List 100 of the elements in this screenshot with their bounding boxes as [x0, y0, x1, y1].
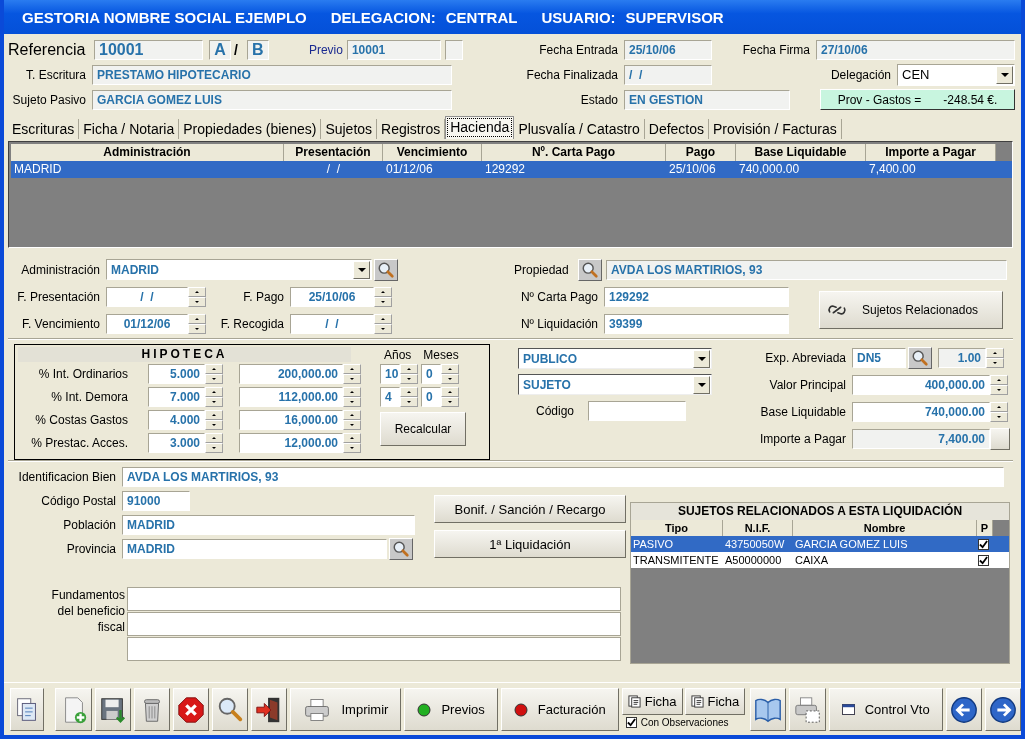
checkbox[interactable]: [978, 539, 989, 550]
property-field[interactable]: AVDA LOS MARTIRIOS, 93: [606, 259, 1007, 280]
text-field[interactable]: 129292: [604, 286, 789, 307]
save-disk-button[interactable]: [94, 688, 131, 731]
search-button[interactable]: [389, 538, 413, 560]
spinner-button[interactable]: [400, 363, 418, 384]
number-field[interactable]: 0: [421, 363, 441, 384]
spinner-button[interactable]: [188, 313, 206, 334]
spinner-button[interactable]: [986, 347, 1004, 368]
tab[interactable]: Defectos: [644, 119, 709, 139]
text-field[interactable]: GARCIA GOMEZ LUIS: [92, 89, 452, 110]
tab[interactable]: Provisión / Facturas: [709, 119, 842, 139]
text-field[interactable]: 39399: [604, 313, 789, 334]
date-field[interactable]: / /: [290, 313, 374, 334]
text-field[interactable]: [444, 39, 463, 60]
tab[interactable]: Propiedades (bienes): [179, 119, 322, 139]
number-field[interactable]: 10: [380, 363, 400, 384]
spinner-button[interactable]: [374, 313, 392, 334]
text-field[interactable]: MADRID: [122, 515, 415, 535]
column-header[interactable]: Importe a Pagar: [866, 144, 996, 161]
toolbar-button[interactable]: Control Vto: [828, 688, 943, 731]
text-field[interactable]: DN5: [852, 347, 906, 368]
column-header[interactable]: Administración: [11, 144, 284, 161]
date-field[interactable]: 01/12/06: [106, 313, 188, 334]
spinner-button[interactable]: [205, 432, 223, 453]
spinner-button[interactable]: [990, 374, 1008, 395]
recalculate-button[interactable]: Recalcular: [380, 412, 466, 446]
trash-can-button[interactable]: [133, 688, 170, 731]
search-button[interactable]: [212, 688, 249, 731]
number-field[interactable]: 0: [421, 386, 441, 407]
amount-field[interactable]: 112,000.00: [239, 386, 343, 407]
spinner-button[interactable]: [188, 286, 206, 307]
print-preview-button[interactable]: [789, 688, 826, 731]
reference-field[interactable]: 10001: [94, 39, 203, 60]
column-header[interactable]: P: [977, 520, 993, 536]
spinner-button[interactable]: [343, 386, 361, 407]
percent-field[interactable]: 4.000: [148, 409, 205, 430]
tab[interactable]: Sujetos: [321, 119, 378, 139]
spinner-button[interactable]: [343, 409, 361, 430]
spinner-button[interactable]: [343, 432, 361, 453]
table-row[interactable]: MADRID / / 01/12/06 129292 25/10/06 740,000.00 7,400.00: [11, 161, 1012, 178]
percent-field[interactable]: 5.000: [148, 363, 205, 384]
spinner-button[interactable]: [205, 386, 223, 407]
date-field[interactable]: / /: [624, 64, 712, 85]
column-header[interactable]: Nº. Carta Pago: [482, 144, 666, 161]
toolbar-button[interactable]: Previos: [404, 688, 498, 731]
pages-button[interactable]: [10, 688, 45, 731]
administration-dropdown[interactable]: MADRID: [106, 259, 372, 280]
spinner-button[interactable]: [441, 386, 459, 407]
checkbox[interactable]: [978, 555, 989, 566]
spinner-button[interactable]: [205, 409, 223, 430]
record-sheet-button[interactable]: Ficha: [684, 688, 746, 715]
tab[interactable]: Hacienda: [445, 116, 515, 139]
back-arrow-button[interactable]: [945, 688, 982, 731]
checkbox[interactable]: [625, 717, 637, 728]
text-field[interactable]: AVDA LOS MARTIRIOS, 93: [122, 467, 1004, 487]
related-subjects-button[interactable]: Sujetos Relacionados: [819, 291, 1003, 329]
text-field[interactable]: PRESTAMO HIPOTECARIO: [92, 64, 452, 85]
percent-field[interactable]: 3.000: [148, 432, 205, 453]
tab[interactable]: Ficha / Notaria: [79, 119, 180, 139]
date-field[interactable]: 27/10/06: [816, 39, 1015, 60]
spinner-button[interactable]: [343, 363, 361, 384]
date-field[interactable]: 25/10/06: [624, 39, 712, 60]
percent-field[interactable]: 7.000: [148, 386, 205, 407]
column-header[interactable]: Base Liquidable: [736, 144, 866, 161]
status-field[interactable]: EN GESTION: [624, 89, 790, 110]
spinner-button[interactable]: [400, 386, 418, 407]
book-button[interactable]: [750, 688, 787, 731]
search-button[interactable]: [374, 258, 398, 281]
postal-code-field[interactable]: 91000: [122, 491, 190, 511]
table-row[interactable]: TRANSMITENTE A50000000 CAIXA: [631, 552, 1009, 568]
amount-field[interactable]: 200,000.00: [239, 363, 343, 384]
search-button[interactable]: [908, 346, 932, 369]
tab[interactable]: Plusvalía / Catastro: [514, 119, 645, 139]
number-field[interactable]: 4: [380, 386, 400, 407]
series-field[interactable]: B: [246, 39, 269, 60]
toolbar-button[interactable]: Facturación: [500, 688, 619, 731]
column-header[interactable]: Vencimiento: [383, 144, 482, 161]
text-field[interactable]: 10001: [346, 39, 441, 60]
exit-door-button[interactable]: [251, 688, 288, 731]
small-button[interactable]: [990, 427, 1010, 450]
spinner-button[interactable]: [441, 363, 459, 384]
column-header[interactable]: Presentación: [284, 144, 383, 161]
action-button[interactable]: Bonif. / Sanción / Recargo: [434, 495, 626, 523]
toolbar-button[interactable]: Imprimir: [290, 688, 402, 731]
amount-field[interactable]: 400,000.00: [852, 374, 990, 395]
action-button[interactable]: 1ª Liquidación: [434, 530, 626, 558]
column-header[interactable]: N.I.F.: [723, 520, 793, 536]
text-field[interactable]: MADRID: [122, 539, 387, 559]
date-field[interactable]: 25/10/06: [290, 286, 374, 307]
spinner-button[interactable]: [205, 363, 223, 384]
table-row[interactable]: PASIVO 43750050W GARCIA GOMEZ LUIS: [631, 536, 1009, 552]
column-header[interactable]: Pago: [666, 144, 736, 161]
new-document-button[interactable]: [55, 688, 92, 731]
column-header[interactable]: Tipo: [631, 520, 723, 536]
delegation-dropdown[interactable]: CEN: [897, 63, 1015, 86]
spinner-button[interactable]: [374, 286, 392, 307]
series-field[interactable]: A: [209, 39, 231, 60]
text-area[interactable]: [127, 587, 621, 662]
amount-field[interactable]: 7,400.00: [852, 428, 990, 449]
